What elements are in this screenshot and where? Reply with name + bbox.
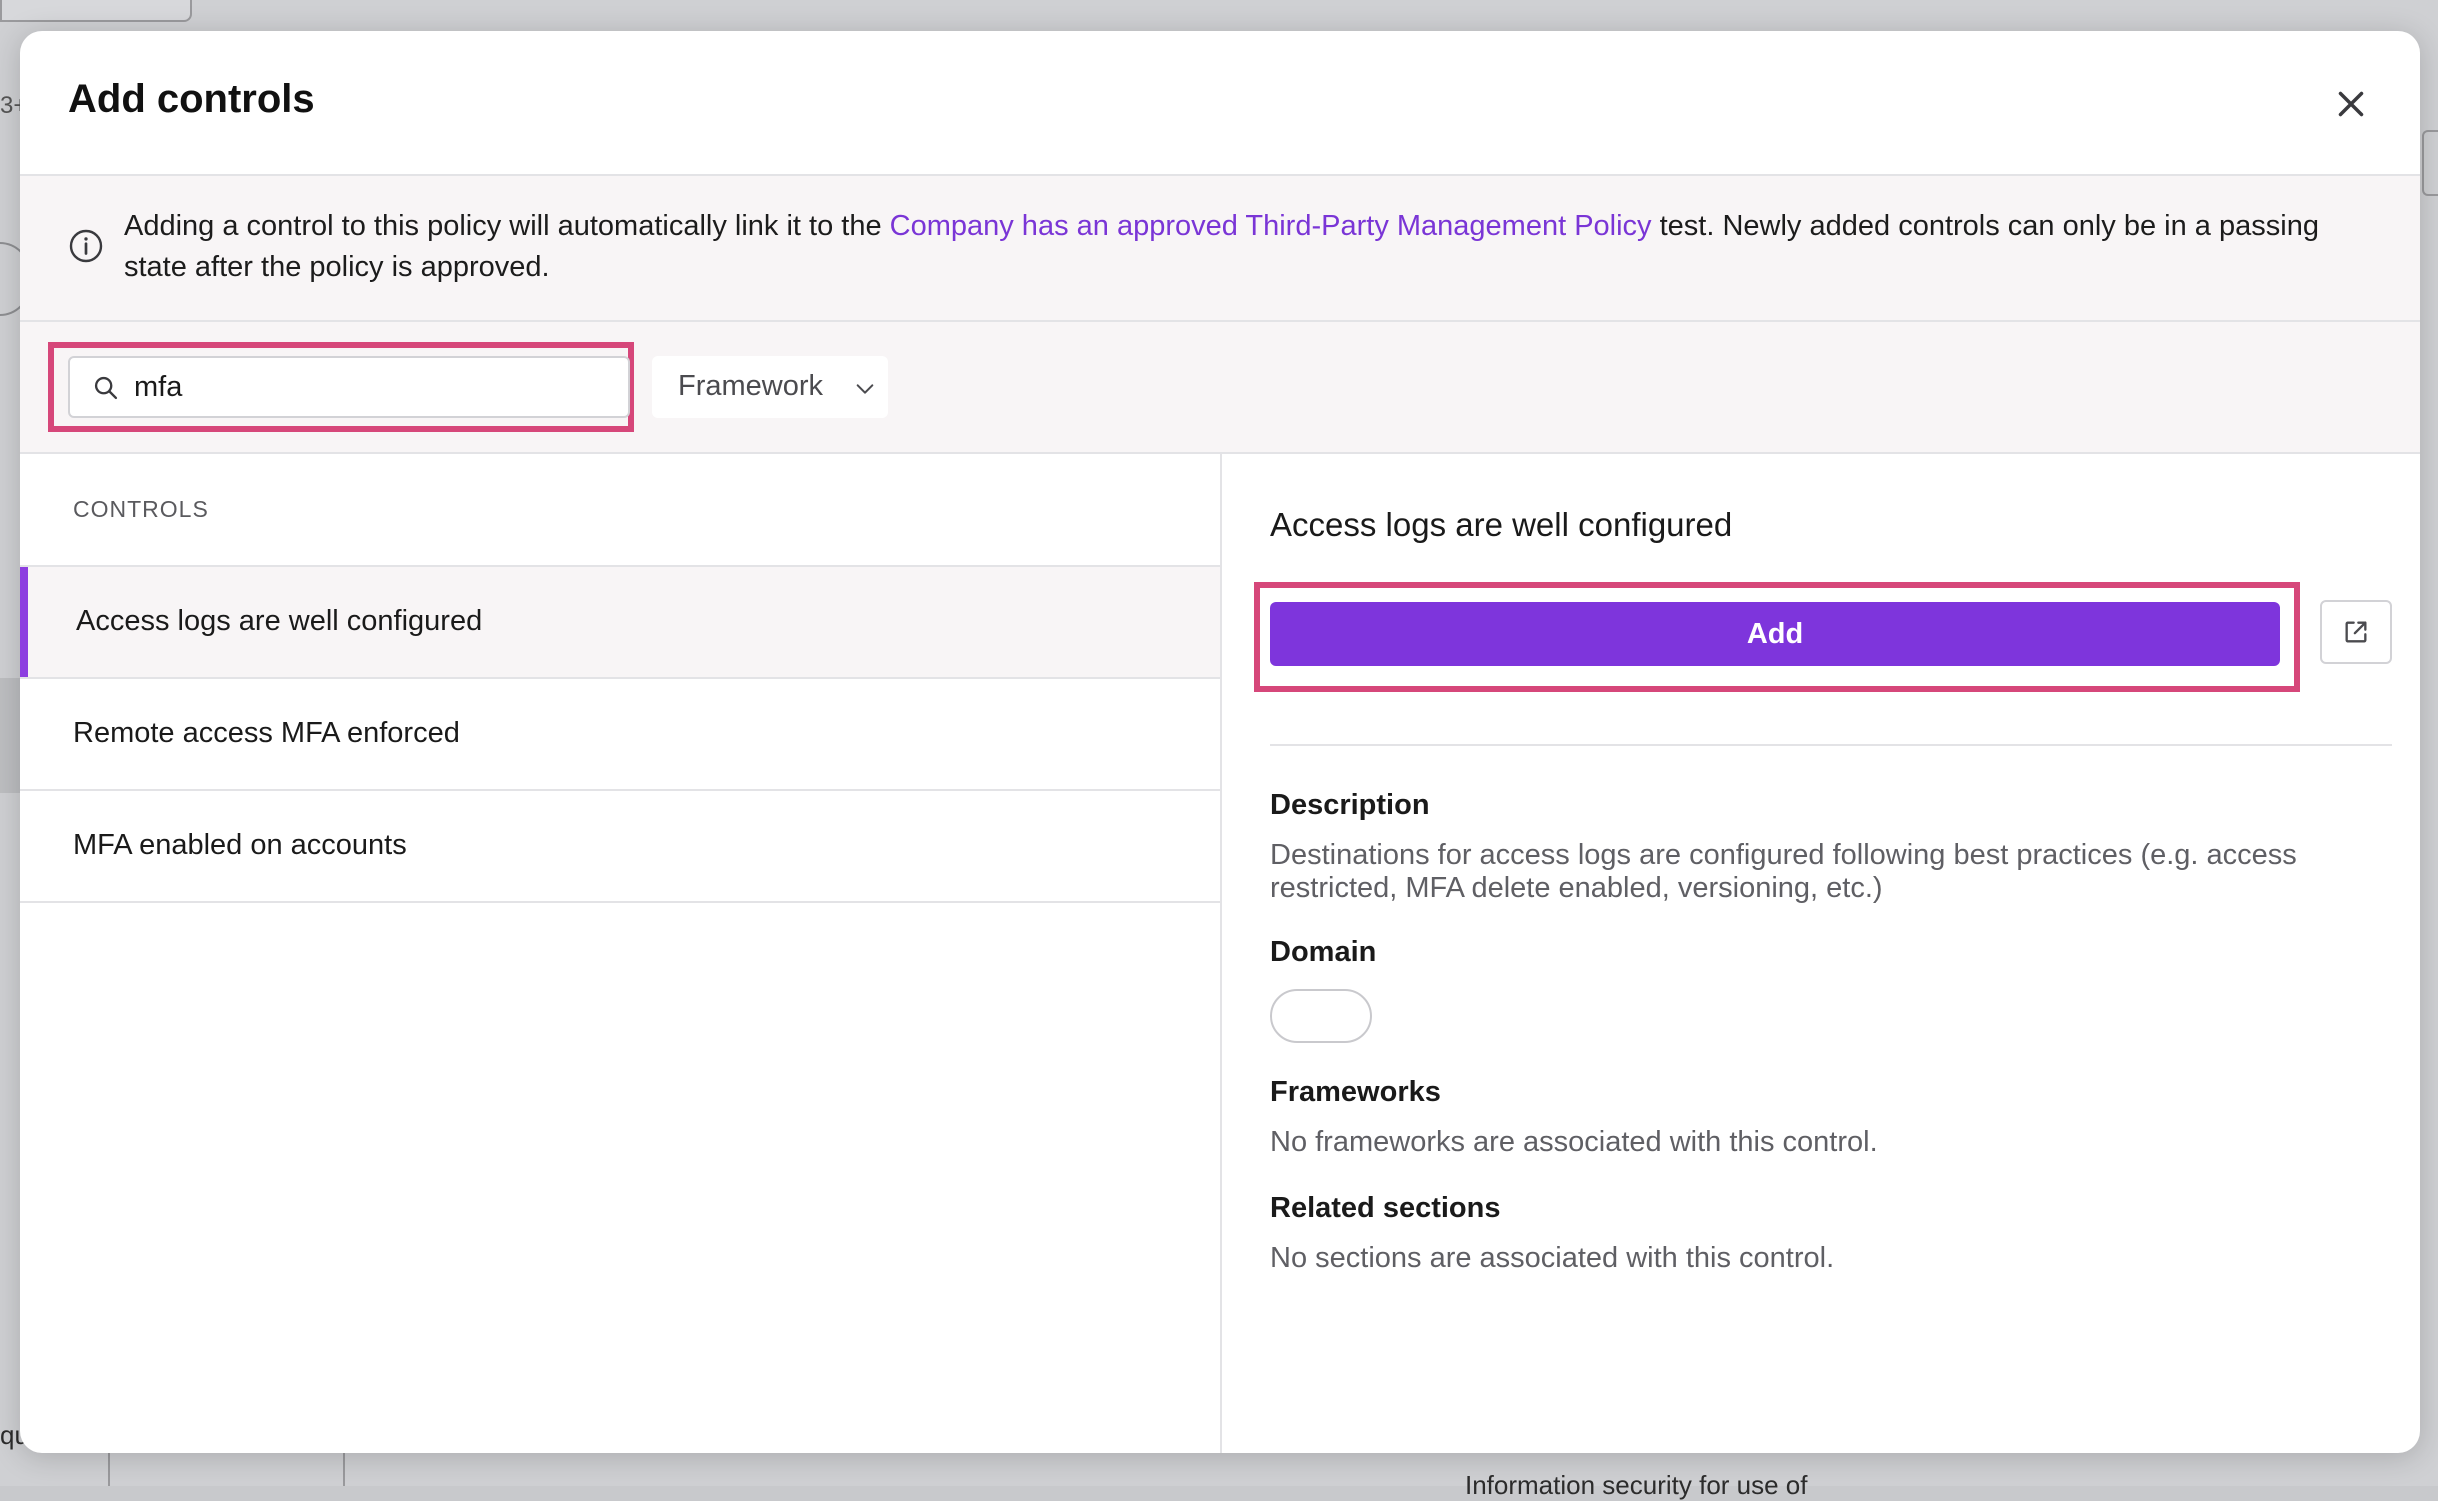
- control-detail-pane: Access logs are well configured Add Desc…: [1222, 454, 2420, 1453]
- controls-list-header: CONTROLS: [20, 454, 1220, 567]
- domain-label: Domain: [1270, 936, 1377, 968]
- detail-title: Access logs are well configured: [1270, 506, 1733, 543]
- list-item-label: Remote access MFA enforced: [73, 717, 460, 749]
- open-external-button[interactable]: [2320, 600, 2392, 664]
- list-item-label: Access logs are well configured: [76, 605, 483, 637]
- close-icon: [2338, 91, 2364, 117]
- policy-test-link[interactable]: Company has an approved Third-Party Mana…: [890, 210, 1652, 242]
- external-link-icon: [2345, 621, 2367, 643]
- info-icon: [69, 229, 103, 263]
- add-controls-modal: Add controls Adding a control to this po…: [20, 31, 2420, 1453]
- chevron-down-icon: [856, 384, 874, 394]
- related-sections-text: No sections are associated with this con…: [1270, 1242, 1835, 1274]
- list-item-label: MFA enabled on accounts: [73, 829, 407, 861]
- search-input[interactable]: [134, 366, 604, 408]
- add-button[interactable]: Add: [1270, 602, 2280, 666]
- notice-text: Adding a control to this policy will aut…: [124, 206, 2360, 288]
- modal-header: Add controls: [20, 31, 2420, 176]
- description-text: Destinations for access logs are configu…: [1270, 839, 2297, 904]
- filter-toolbar: Framework: [20, 322, 2420, 454]
- background-right-box: [2422, 130, 2438, 196]
- description-label: Description: [1270, 789, 1430, 821]
- background-strip: [0, 678, 20, 793]
- controls-list-pane: CONTROLS Access logs are well configured…: [20, 454, 1222, 1453]
- notice-prefix: Adding a control to this policy will aut…: [124, 210, 890, 242]
- background-divider: [108, 1450, 110, 1486]
- list-item[interactable]: Remote access MFA enforced: [20, 679, 1220, 791]
- frameworks-text: No frameworks are associated with this c…: [1270, 1126, 1878, 1158]
- link-notice: Adding a control to this policy will aut…: [20, 176, 2420, 322]
- modal-title: Add controls: [68, 77, 315, 121]
- domain-badge: [1270, 989, 1372, 1043]
- frameworks-label: Frameworks: [1270, 1076, 1441, 1108]
- list-item[interactable]: MFA enabled on accounts: [20, 791, 1220, 903]
- close-button[interactable]: [2330, 83, 2372, 125]
- related-sections-label: Related sections: [1270, 1192, 1501, 1224]
- divider: [1270, 744, 2392, 746]
- background-tab: [0, 0, 192, 22]
- search-box[interactable]: [68, 356, 630, 418]
- framework-filter-dropdown[interactable]: Framework: [652, 356, 888, 418]
- background-divider: [343, 1450, 345, 1486]
- list-item[interactable]: Access logs are well configured: [20, 567, 1220, 679]
- search-icon: [94, 376, 118, 400]
- framework-filter-label: Framework: [678, 370, 824, 402]
- controls-header-label: CONTROLS: [73, 496, 209, 522]
